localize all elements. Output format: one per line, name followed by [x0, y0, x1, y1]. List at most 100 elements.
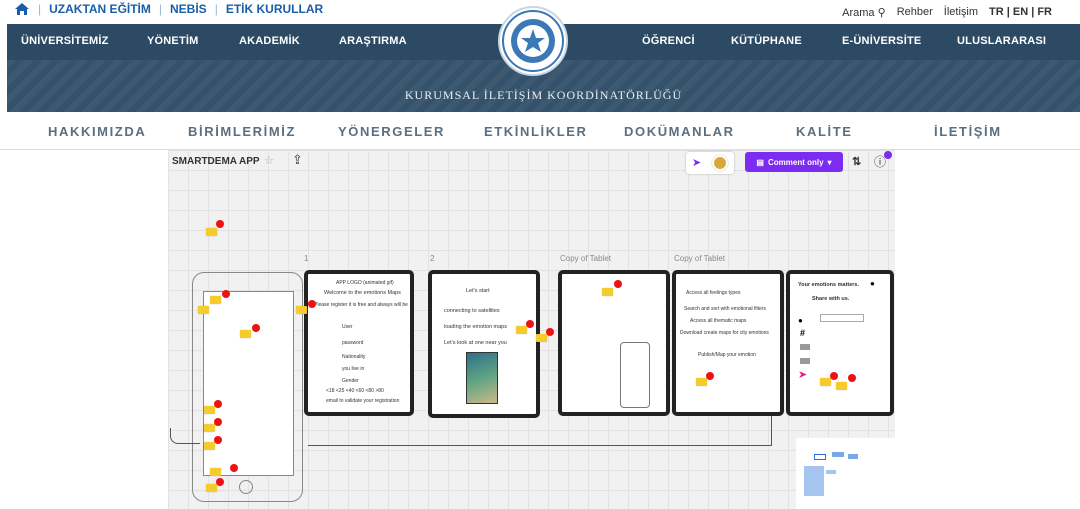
frame-features[interactable]: Access all feelings types Search and sor… [672, 270, 784, 416]
comment-sticky[interactable] [204, 424, 215, 432]
connector-line [170, 428, 200, 444]
frame-registration[interactable]: APP LOGO (animated gif) Welcome to the e… [304, 270, 414, 416]
frame-text: Let's start [466, 288, 490, 294]
frame-label: 1 [304, 254, 309, 263]
cursor-icon[interactable]: ➤ [692, 156, 701, 169]
comment-badge [526, 320, 534, 328]
subnav-quality[interactable]: KALİTE [796, 124, 853, 139]
frame-text: Nationality [342, 354, 366, 360]
hashtag-icon: # [800, 328, 806, 338]
frame-text: Gender [342, 378, 359, 384]
frame-text: Download create maps for city emotions [680, 330, 769, 336]
seal-icon [502, 10, 564, 72]
comment-bubble-icon: ● [798, 316, 803, 325]
minimap-item [804, 466, 824, 496]
button-placeholder [800, 344, 810, 350]
link-ethics-committees[interactable]: ETİK KURULLAR [226, 2, 323, 16]
collaboration-toolbar: ➤ [686, 152, 734, 174]
subnav-units[interactable]: BİRİMLERİMİZ [188, 124, 296, 139]
frame-text: Let's look at one near you [444, 340, 507, 346]
comment-sticky[interactable] [206, 228, 217, 236]
university-logo[interactable] [498, 6, 568, 76]
nav-academic[interactable]: AKADEMİK [239, 35, 300, 47]
minimap[interactable] [796, 438, 895, 509]
frame-label: Copy of Tablet [560, 254, 611, 263]
comment-icon: ▤ [756, 157, 764, 167]
board-title[interactable]: SMARTDEMA APP [172, 156, 260, 167]
language-switcher[interactable]: TR | EN | FR [989, 6, 1052, 19]
frame-text: Your emotions matters. [798, 282, 860, 288]
minimap-item [832, 452, 844, 457]
nav-research[interactable]: ARAŞTIRMA [339, 35, 407, 47]
comment-sticky[interactable] [206, 484, 217, 492]
comment-sticky[interactable] [836, 382, 847, 390]
subnav-directives[interactable]: YÖNERGELER [338, 124, 445, 139]
comment-badge [214, 436, 222, 444]
comment-sticky[interactable] [204, 406, 215, 414]
frame-text: Share with us. [812, 296, 850, 302]
separator: | [38, 2, 42, 16]
comment-badge [546, 328, 554, 336]
comment-badge [308, 300, 316, 308]
comment-mode-button[interactable]: ▤ Comment only ▾ [745, 152, 843, 172]
comment-sticky[interactable] [210, 468, 221, 476]
comment-sticky[interactable] [204, 442, 215, 450]
button-placeholder [800, 358, 810, 364]
whiteboard-embed[interactable]: SMARTDEMA APP ☆ ⇪ ➤ ▤ Comment only ▾ ⇅ ⓘ… [168, 150, 895, 509]
frame-text: <18 <25 <40 <60 <80 >80 [326, 388, 384, 394]
subnav-about[interactable]: HAKKIMIZDA [48, 124, 146, 139]
frame-text: Search and sort with emotional filters [684, 306, 766, 312]
utility-links: Arama ⚲ Rehber İletişim TR | EN | FR [842, 6, 1052, 19]
link-distance-education[interactable]: UZAKTAN EĞİTİM [49, 2, 151, 16]
minimap-item [848, 454, 858, 459]
separator: | [158, 2, 163, 16]
comment-sticky[interactable] [536, 334, 547, 342]
department-nav: HAKKIMIZDA BİRİMLERİMİZ YÖNERGELER ETKİN… [0, 112, 1080, 150]
comment-badge [216, 220, 224, 228]
comment-badge [830, 372, 838, 380]
star-icon[interactable]: ☆ [264, 154, 274, 167]
comment-sticky[interactable] [296, 306, 307, 314]
frame-text: email to validate your registration [326, 398, 400, 404]
comment-sticky[interactable] [210, 296, 221, 304]
frame-label: 2 [430, 254, 435, 263]
nav-administration[interactable]: YÖNETİM [147, 35, 199, 47]
frame-text: loading the emotion maps [444, 324, 507, 330]
nav-e-university[interactable]: E-ÜNİVERSİTE [842, 35, 921, 47]
comment-badge [216, 478, 224, 486]
comment-sticky[interactable] [602, 288, 613, 296]
home-icon[interactable] [14, 2, 30, 16]
frame-text: Publish/Map your emotion [698, 352, 756, 358]
comment-sticky[interactable] [198, 306, 209, 314]
send-icon: ➤ [798, 369, 808, 381]
comment-sticky[interactable] [240, 330, 251, 338]
comment-sticky[interactable] [696, 378, 707, 386]
frame-share[interactable]: Your emotions matters. Share with us. ● … [786, 270, 894, 416]
separator: | [214, 2, 218, 16]
avatar[interactable] [712, 155, 728, 171]
settings-icon[interactable]: ⇅ [852, 155, 861, 168]
comment-sticky[interactable] [820, 378, 831, 386]
subnav-documents[interactable]: DOKÜMANLAR [624, 124, 735, 139]
link-contact[interactable]: İletişim [944, 6, 978, 19]
frame-tablet-copy[interactable] [558, 270, 670, 416]
text-input-outline [820, 314, 864, 322]
comment-sticky[interactable] [516, 326, 527, 334]
nav-library[interactable]: KÜTÜPHANE [731, 35, 802, 47]
comment-badge [614, 280, 622, 288]
nav-international[interactable]: ULUSLARARASI [957, 35, 1046, 47]
minimap-item [826, 470, 836, 474]
frame-loading[interactable]: Let's start connecting to satellites loa… [428, 270, 540, 418]
frame-text: APP LOGO (animated gif) [336, 280, 394, 286]
link-nebis[interactable]: NEBİS [170, 2, 207, 16]
subnav-events[interactable]: ETKİNLİKLER [484, 124, 588, 139]
subnav-contact[interactable]: İLETİŞİM [934, 124, 1002, 139]
nav-university[interactable]: ÜNİVERSİTEMİZ [21, 35, 109, 47]
minimap-viewport [814, 454, 826, 460]
share-icon[interactable]: ⇪ [292, 152, 303, 168]
frame-text: Please register it is free and always wi… [314, 302, 408, 308]
link-directory[interactable]: Rehber [897, 6, 933, 19]
nav-student[interactable]: ÖĞRENCİ [642, 35, 695, 47]
search-link[interactable]: Arama ⚲ [842, 6, 886, 19]
comment-badge [848, 374, 856, 382]
